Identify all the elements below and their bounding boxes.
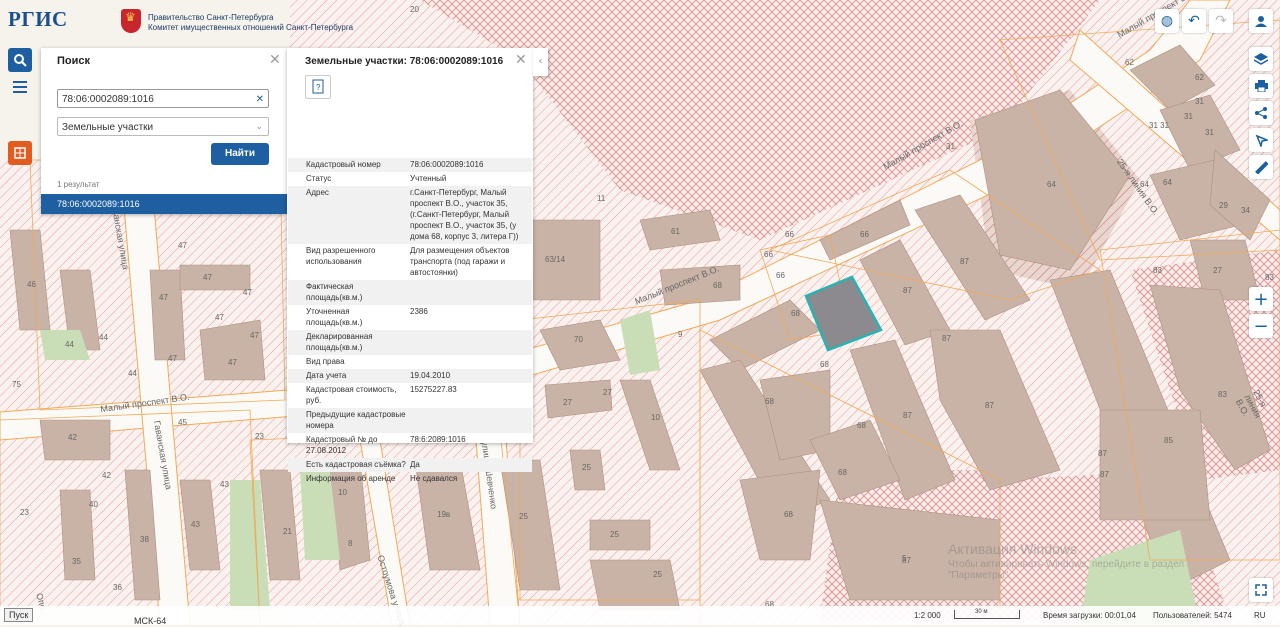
attribute-row: Кадастровый номер 78:06:0002089:1016 (288, 158, 532, 172)
print-icon[interactable] (1249, 74, 1273, 98)
attribute-value: 78:6:2089:1016 (410, 435, 466, 444)
chevron-down-icon: ⌄ (255, 122, 263, 132)
status-bar: Пуск МСК-64 ⌄ 1:2 000 30 м Время загрузк… (0, 606, 1280, 626)
scale-value: 1:2 000 (914, 611, 941, 620)
users-count: Пользователей: 5474 (1153, 611, 1232, 620)
attribute-row: Фактическая площадь(кв.м.) (288, 280, 532, 305)
attribute-value (410, 355, 532, 369)
attribute-row: Кадастровая стоимость, руб. 15275227.83 (288, 383, 532, 408)
attribute-value: Не сдавался (410, 474, 458, 483)
chevron-down-icon: ⌄ (134, 616, 142, 626)
close-icon[interactable]: ✕ (269, 52, 281, 68)
rgis-logo[interactable]: РГИС (8, 7, 68, 32)
attribute-row: Статус Учтенный (288, 172, 532, 186)
attribute-label: Есть кадастровая съёмка? (306, 460, 406, 469)
attribute-value (410, 330, 532, 355)
close-icon[interactable]: ✕ (515, 52, 527, 68)
search-icon[interactable] (8, 48, 32, 72)
attribute-label: Кадастровый № до 27.08.2012 (306, 435, 378, 455)
document-icon[interactable]: ? (305, 75, 331, 99)
result-item[interactable]: 78:06:0002089:1016 (41, 194, 287, 214)
attribute-label: Декларированная площадь(кв.м.) (306, 332, 373, 352)
attribute-row: Есть кадастровая съёмка? Да (288, 458, 532, 472)
attribute-value (410, 408, 532, 433)
attribute-label: Дата учета (306, 371, 347, 380)
start-button[interactable]: Пуск (4, 608, 34, 622)
attribute-label: Статус (306, 174, 332, 183)
attribute-value: Да (410, 460, 420, 469)
category-select[interactable]: Земельные участки ⌄ (57, 117, 269, 136)
spb-crest-icon (121, 9, 141, 33)
user-icon[interactable] (1249, 9, 1273, 33)
attribute-table: Кадастровый номер 78:06:0002089:1016 Стату… (288, 158, 532, 486)
find-button[interactable]: Найти (211, 143, 269, 165)
attribute-label: Кадастровый номер (306, 160, 381, 169)
attribute-value: г.Санкт-Петербург, Малый проспект В.О., … (410, 188, 519, 241)
attribute-value: Для размещения объектов транспорта (под … (410, 246, 510, 277)
select-icon[interactable] (1249, 128, 1273, 152)
layers-special-icon[interactable] (8, 141, 32, 165)
menu-icon[interactable] (8, 75, 32, 99)
svg-text:?: ? (316, 83, 321, 92)
attribute-value: 15275227.83 (410, 385, 457, 394)
attribute-row: Информация об аренде Не сдавался (288, 472, 532, 486)
info-panel-title: Земельные участки: 78:06:0002089:1016 (305, 56, 504, 67)
ruler-icon[interactable] (1249, 155, 1273, 179)
attribute-row: Уточненная площадь(кв.м.) 2386 (288, 305, 532, 330)
attribute-label: Кадастровая стоимость, руб. (306, 385, 397, 405)
attribute-label: Предыдущие кадастровые номера (306, 410, 406, 430)
attribute-row: Предыдущие кадастровые номера (288, 408, 532, 433)
scale-bar: 30 м (954, 609, 1020, 619)
attribute-label: Адрес (306, 188, 329, 197)
fullscreen-icon[interactable] (1249, 578, 1273, 602)
attribute-value: 78:06:0002089:1016 (410, 160, 484, 169)
attribute-label: Вид разрешенного использования (306, 246, 376, 266)
info-panel: Земельные участки: 78:06:0002089:1016 ✕ … (287, 48, 533, 483)
attribute-row: Кадастровый № до 27.08.2012 78:6:2089:101… (288, 433, 532, 458)
attribute-row: Вид разрешенного использования Для размещ… (288, 244, 532, 280)
zoom-in-icon[interactable]: + (1249, 287, 1273, 311)
clear-icon[interactable]: ✕ (256, 90, 264, 109)
attribute-value (410, 280, 532, 305)
gov-title: Правительство Санкт-Петербурга Комитет и… (148, 13, 354, 32)
attribute-row: Вид права (288, 355, 532, 369)
undo-icon[interactable]: ↶ (1182, 9, 1206, 33)
search-panel-title: Поиск (57, 55, 91, 67)
globe-icon[interactable]: ◍ (1155, 9, 1179, 33)
load-time: Время загрузки: 00:01,04 (1043, 611, 1136, 620)
attribute-label: Фактическая площадь(кв.м.) (306, 282, 363, 302)
share-icon[interactable] (1249, 101, 1273, 125)
attribute-label: Вид права (306, 357, 345, 366)
attribute-row: Декларированная площадь(кв.м.) (288, 330, 532, 355)
attribute-label: Уточненная площадь(кв.м.) (306, 307, 363, 327)
language-switch[interactable]: RU (1254, 611, 1266, 620)
attribute-label: Информация об аренде (306, 474, 396, 483)
attribute-value: Учтенный (410, 174, 447, 183)
attribute-value: 2386 (410, 307, 428, 316)
attribute-row: Дата учета 19.04.2010 (288, 369, 532, 383)
search-panel: Поиск ✕ 78:06:0002089:1016 ✕ Земельные у… (41, 48, 287, 214)
search-input[interactable]: 78:06:0002089:1016 ✕ (57, 89, 269, 108)
zoom-out-icon[interactable]: − (1249, 314, 1273, 338)
result-count: 1 результат (57, 180, 100, 189)
attribute-value: 19.04.2010 (410, 371, 451, 380)
redo-icon[interactable]: ↷ (1209, 9, 1233, 33)
attribute-row: Адрес г.Санкт-Петербург, Малый проспект В… (288, 186, 532, 244)
collapse-panel-button[interactable]: ‹ (533, 48, 548, 76)
layers-icon[interactable] (1249, 47, 1273, 71)
